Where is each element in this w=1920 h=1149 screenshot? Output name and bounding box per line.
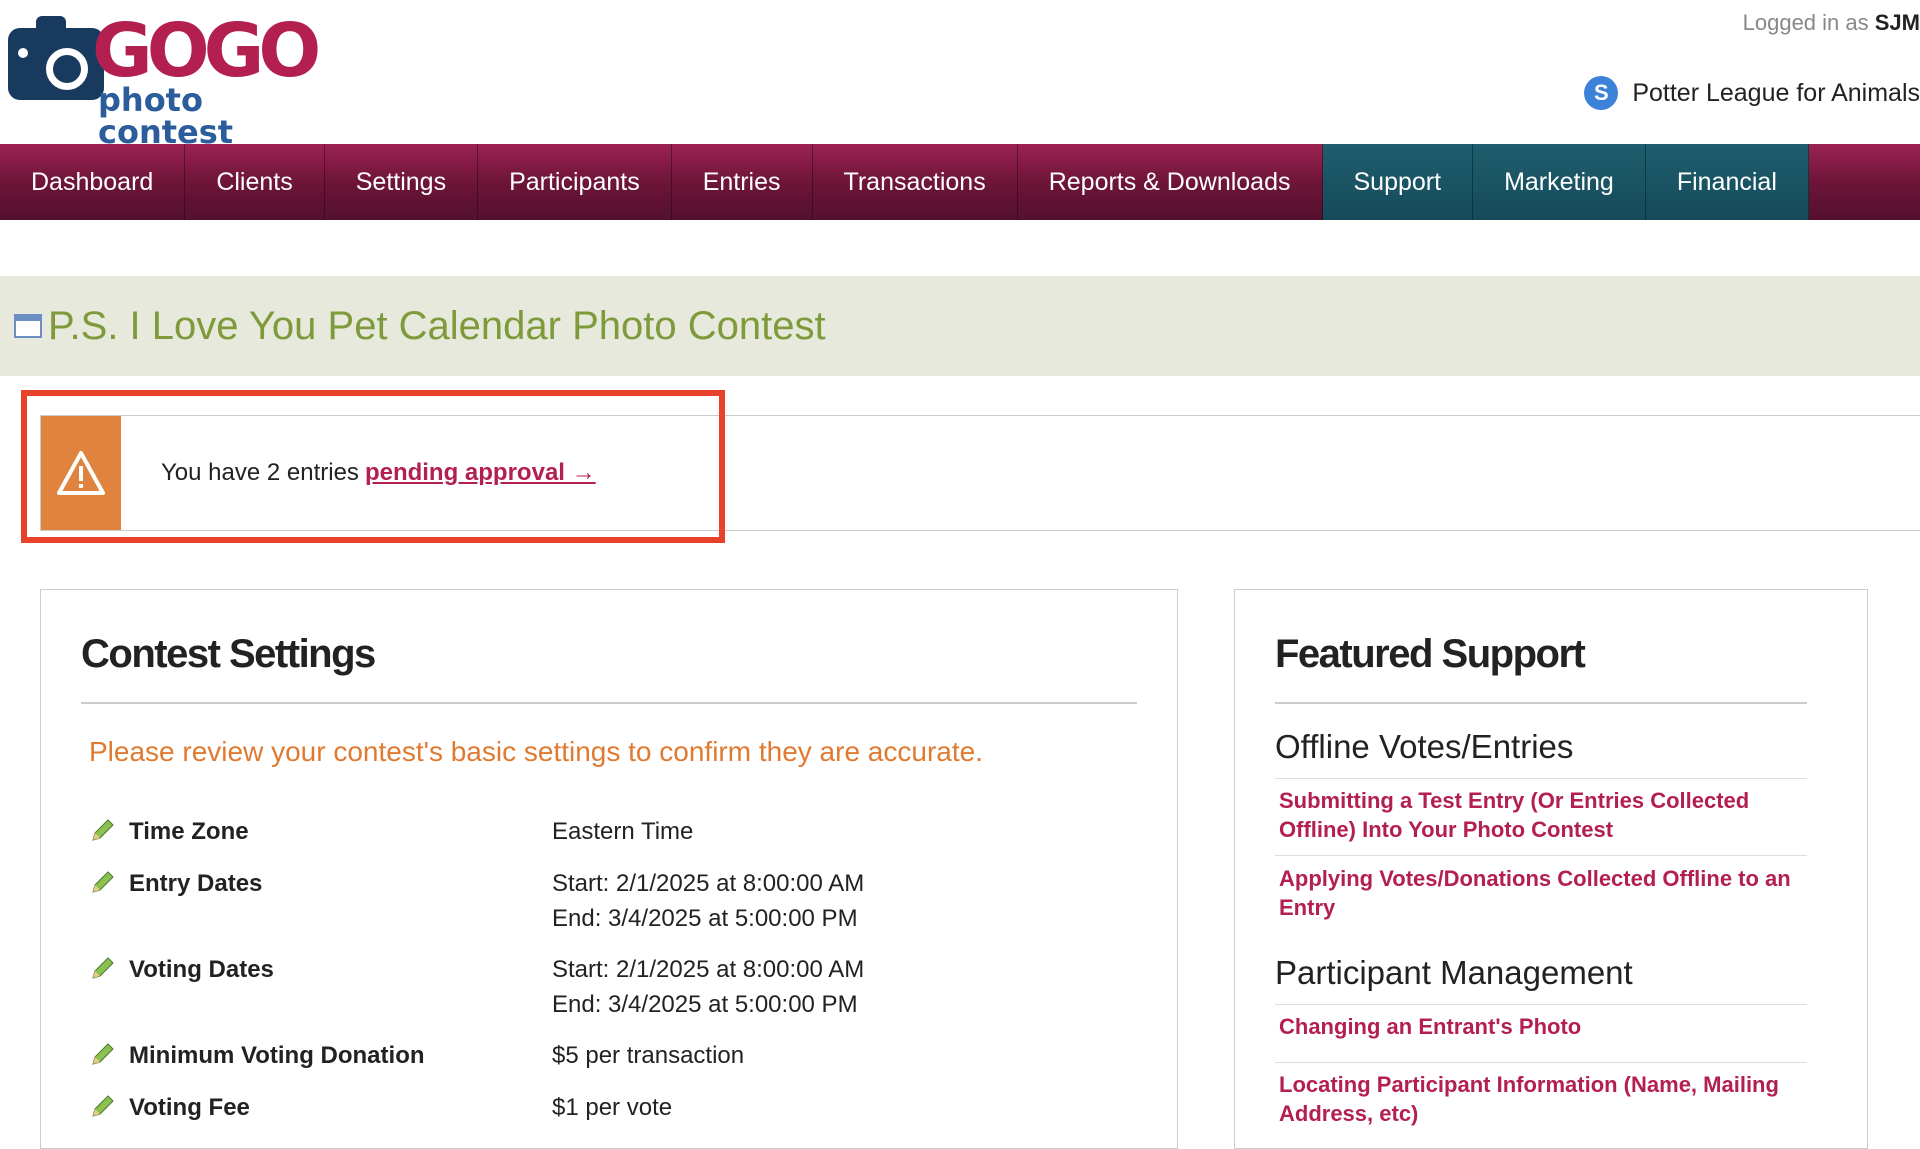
nav-transactions[interactable]: Transactions bbox=[813, 144, 1018, 220]
nav-participants[interactable]: Participants bbox=[478, 144, 672, 220]
client-selector[interactable]: S Potter League for Animals bbox=[1584, 76, 1920, 110]
nav-clients[interactable]: Clients bbox=[185, 144, 325, 220]
logo-word: GOGO bbox=[92, 8, 321, 94]
highlight-box bbox=[21, 390, 725, 543]
divider bbox=[1275, 1004, 1807, 1005]
main-nav: Dashboard Clients Settings Participants … bbox=[0, 144, 1920, 220]
nav-entries[interactable]: Entries bbox=[672, 144, 813, 220]
divider bbox=[1275, 778, 1807, 779]
setting-label: Time Zone bbox=[129, 818, 249, 845]
nav-marketing[interactable]: Marketing bbox=[1473, 144, 1646, 220]
nav-settings[interactable]: Settings bbox=[325, 144, 479, 220]
support-section-title: Participant Management bbox=[1275, 954, 1633, 991]
pencil-icon[interactable] bbox=[89, 870, 115, 896]
setting-value: $1 per vote bbox=[552, 1094, 673, 1121]
setting-label: Voting Dates bbox=[129, 956, 274, 983]
camera-icon bbox=[8, 16, 104, 100]
pencil-icon[interactable] bbox=[89, 1094, 115, 1120]
support-link[interactable]: Changing an Entrant's Photo bbox=[1279, 1012, 1807, 1041]
logged-in-status: Logged in as SJM bbox=[1743, 10, 1920, 36]
setting-value: $5 per transaction bbox=[552, 1042, 745, 1069]
nav-support[interactable]: Support bbox=[1322, 144, 1474, 220]
divider bbox=[1275, 855, 1807, 856]
support-link[interactable]: Locating Participant Information (Name, … bbox=[1279, 1070, 1807, 1128]
divider bbox=[1275, 1062, 1807, 1063]
page-title: P.S. I Love You Pet Calendar Photo Conte… bbox=[48, 303, 826, 348]
nav-financial[interactable]: Financial bbox=[1645, 144, 1809, 220]
setting-label: Voting Fee bbox=[129, 1094, 250, 1121]
pencil-icon[interactable] bbox=[89, 1042, 115, 1068]
nav-reports-downloads[interactable]: Reports & Downloads bbox=[1018, 144, 1323, 220]
contest-title-bar: P.S. I Love You Pet Calendar Photo Conte… bbox=[0, 276, 1920, 376]
logo[interactable]: GOGO photo contest bbox=[8, 8, 328, 148]
nav-dashboard[interactable]: Dashboard bbox=[0, 144, 186, 220]
support-section-title: Offline Votes/Entries bbox=[1275, 728, 1574, 765]
setting-value-end: End: 3/4/2025 at 5:00:00 PM bbox=[552, 991, 858, 1018]
client-name: Potter League for Animals bbox=[1632, 78, 1920, 107]
client-s-icon: S bbox=[1584, 76, 1619, 110]
logged-in-prefix: Logged in as bbox=[1742, 10, 1869, 35]
setting-value-end: End: 3/4/2025 at 5:00:00 PM bbox=[552, 905, 858, 932]
pencil-icon[interactable] bbox=[89, 818, 115, 844]
contest-settings-panel: Contest Settings Please review your cont… bbox=[40, 589, 1178, 1149]
support-link[interactable]: Submitting a Test Entry (Or Entries Coll… bbox=[1279, 786, 1807, 844]
calendar-icon bbox=[14, 314, 42, 338]
settings-intro: Please review your contest's basic setti… bbox=[89, 736, 983, 767]
logged-in-user[interactable]: SJM bbox=[1875, 10, 1920, 35]
setting-label: Entry Dates bbox=[129, 870, 263, 897]
divider bbox=[1275, 702, 1807, 704]
featured-support-panel: Featured Support Offline Votes/Entries S… bbox=[1234, 589, 1868, 1149]
setting-label: Minimum Voting Donation bbox=[129, 1042, 425, 1069]
featured-support-heading: Featured Support bbox=[1275, 632, 1586, 676]
setting-value: Eastern Time bbox=[552, 818, 694, 845]
setting-value: Start: 2/1/2025 at 8:00:00 AM bbox=[552, 870, 865, 897]
contest-settings-heading: Contest Settings bbox=[81, 632, 376, 676]
pencil-icon[interactable] bbox=[89, 956, 115, 982]
logo-subtitle: photo contest bbox=[98, 81, 234, 151]
setting-value: Start: 2/1/2025 at 8:00:00 AM bbox=[552, 956, 865, 983]
divider bbox=[81, 702, 1137, 704]
support-link[interactable]: Applying Votes/Donations Collected Offli… bbox=[1279, 864, 1807, 922]
